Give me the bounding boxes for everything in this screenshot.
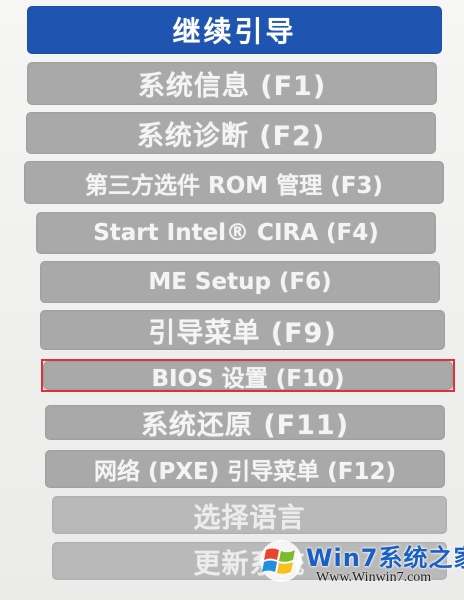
startup-menu: 继续引导 系统信息 (F1) 系统诊断 (F2) 第三方选件 ROM 管理 (F…	[0, 0, 464, 600]
windows-flag-icon	[260, 540, 302, 582]
menu-item-option-rom-management[interactable]: 第三方选件 ROM 管理 (F3)	[24, 161, 444, 204]
menu-item-system-diagnostics[interactable]: 系统诊断 (F2)	[26, 112, 436, 154]
watermark-brand: Win7系统之家	[306, 544, 464, 572]
menu-item-network-boot-menu[interactable]: 网络 (PXE) 引导菜单 (F12)	[45, 450, 445, 488]
menu-item-start-intel-cira[interactable]: Start Intel® CIRA (F4)	[36, 212, 436, 254]
red-highlight-frame	[41, 359, 455, 392]
watermark-url: Www.Winwin7.com	[316, 570, 432, 585]
menu-item-system-recovery[interactable]: 系统还原 (F11)	[45, 405, 445, 441]
menu-item-select-language[interactable]: 选择语言	[52, 496, 447, 534]
menu-item-boot-menu[interactable]: 引导菜单 (F9)	[40, 310, 445, 350]
menu-item-me-setup[interactable]: ME Setup (F6)	[40, 261, 440, 303]
menu-item-system-info[interactable]: 系统信息 (F1)	[27, 62, 437, 105]
watermark: Win7系统之家 Www.Winwin7.com	[258, 534, 464, 596]
menu-item-continue-boot[interactable]: 继续引导	[27, 6, 442, 54]
boot-menu-screen: 继续引导 系统信息 (F1) 系统诊断 (F2) 第三方选件 ROM 管理 (F…	[0, 0, 464, 600]
